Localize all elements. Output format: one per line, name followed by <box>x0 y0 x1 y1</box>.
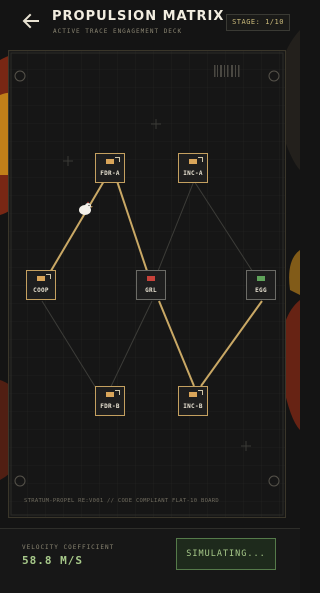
chip-mark-icon <box>198 390 203 395</box>
node-inc-a[interactable]: INC-A <box>178 153 208 183</box>
chip-mark-icon <box>46 274 51 279</box>
back-arrow-icon[interactable] <box>20 10 42 32</box>
node-status-chip <box>189 392 197 397</box>
chip-mark-icon <box>115 157 120 162</box>
node-label: INC-A <box>183 170 203 177</box>
page-title: PROPULSION MATRIX <box>52 9 225 24</box>
node-label: COOP <box>33 287 49 294</box>
velocity-label: VELOCITY COEFFICIENT <box>22 544 115 551</box>
node-label: INC-B <box>183 403 203 410</box>
node-status-chip <box>37 276 45 281</box>
stage-badge: STAGE: 1/10 <box>226 14 290 31</box>
node-inc-b[interactable]: INC-B <box>178 386 208 416</box>
node-status-chip <box>106 159 114 164</box>
page-subtitle: ACTIVE TRACE ENGAGEMENT DECK <box>53 28 183 35</box>
board-footer-text: STRATUM-PROPEL RE:V001 // CODE COMPLIANT… <box>24 498 220 504</box>
node-label: GRL <box>145 287 157 294</box>
node-fdr-a[interactable]: FDR-A <box>95 153 125 183</box>
node-grl[interactable]: GRL <box>136 270 166 300</box>
node-coop[interactable]: COOP <box>26 270 56 300</box>
velocity-value: 58.8 M/S <box>22 554 83 567</box>
chicken-marker-icon[interactable] <box>77 201 93 217</box>
header: PROPULSION MATRIX ACTIVE TRACE ENGAGEMEN… <box>0 0 300 44</box>
node-label: EGG <box>255 287 267 294</box>
node-status-chip <box>147 276 155 281</box>
node-status-chip <box>189 159 197 164</box>
node-status-chip <box>106 392 114 397</box>
simulate-button[interactable]: SIMULATING... <box>176 538 276 570</box>
chip-mark-icon <box>198 157 203 162</box>
node-status-chip <box>257 276 265 281</box>
node-label: FDR-B <box>100 403 120 410</box>
node-fdr-b[interactable]: FDR-B <box>95 386 125 416</box>
node-egg[interactable]: EGG <box>246 270 276 300</box>
chip-mark-icon <box>115 390 120 395</box>
circuit-board: FDR-A INC-A COOP GRL EGG FDR-B INC-B <box>8 50 286 518</box>
node-label: FDR-A <box>100 170 120 177</box>
